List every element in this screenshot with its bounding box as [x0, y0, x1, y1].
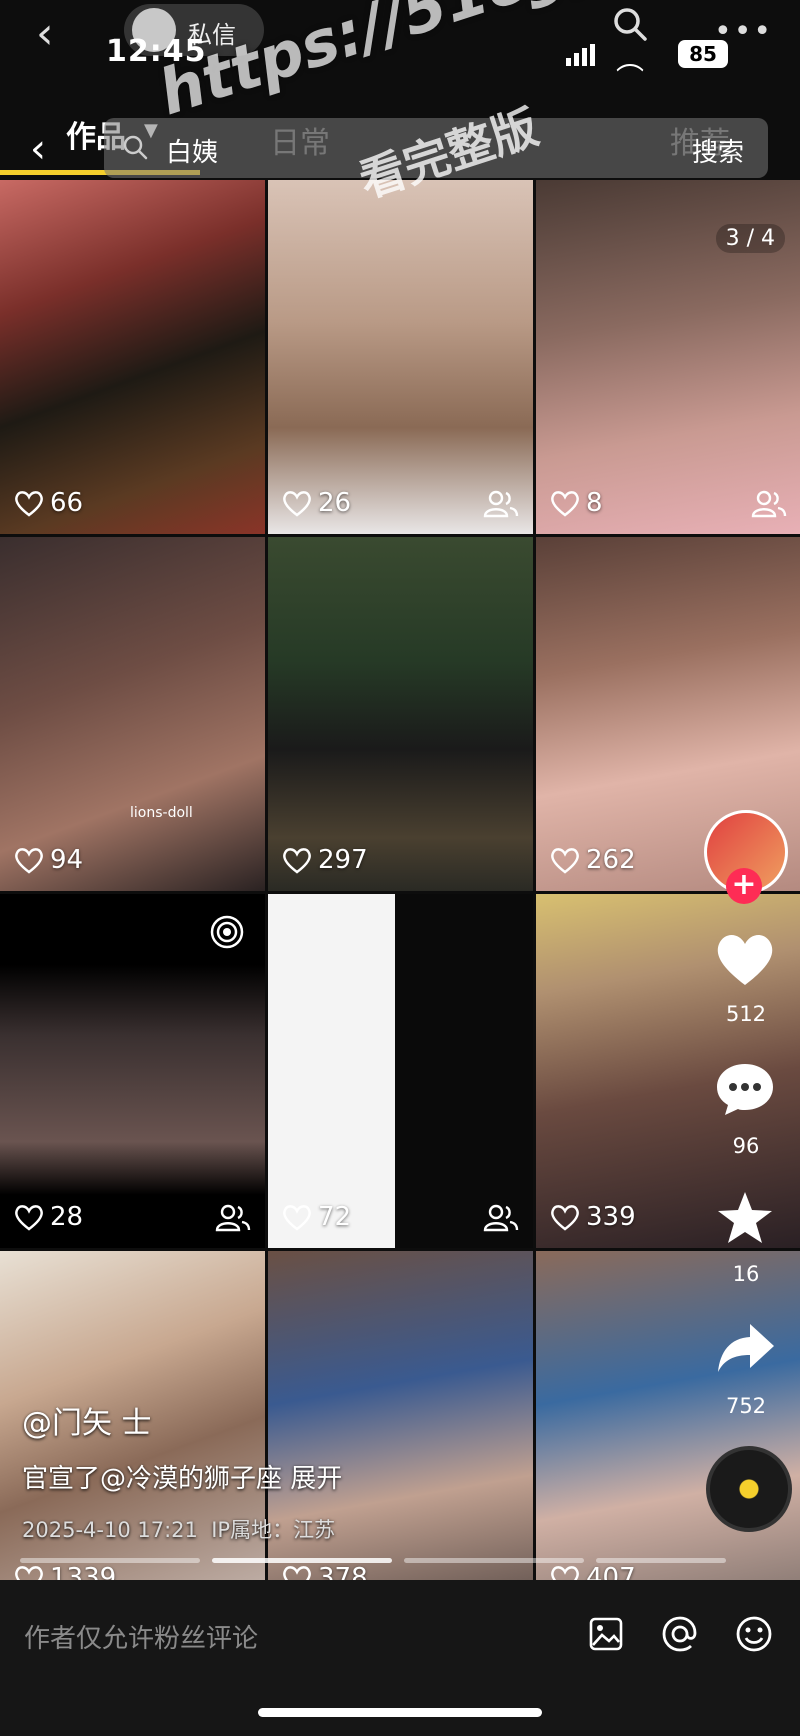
image-progress-segment [404, 1558, 584, 1563]
music-disc-icon[interactable] [706, 1446, 792, 1532]
rail-favorite-count: 16 [732, 1262, 760, 1286]
search-input[interactable]: 白姨 [166, 132, 218, 169]
like-count: 339 [550, 1202, 636, 1232]
like-count: 94 [14, 845, 83, 875]
like-count: 297 [282, 845, 368, 875]
like-count: 26 [282, 488, 351, 518]
share-icon[interactable] [716, 1322, 776, 1374]
video-thumbnail[interactable]: lions-doll 94 [0, 537, 265, 891]
rail-comment-count: 96 [732, 1134, 760, 1158]
rail-share-count: 752 [725, 1394, 767, 1418]
heart-icon [283, 848, 311, 874]
back-icon[interactable]: ‹ [30, 126, 46, 172]
image-progress-segment [596, 1558, 726, 1563]
friends-icon [215, 1204, 251, 1232]
wifi-icon: ︵ [616, 43, 645, 76]
star-icon[interactable] [716, 1190, 774, 1246]
image-progress-segment [20, 1558, 200, 1563]
video-thumbnail[interactable]: 26 [268, 180, 533, 534]
friends-icon [483, 1204, 519, 1232]
video-thumbnail[interactable]: 407 [536, 1251, 800, 1591]
home-indicator [258, 1708, 542, 1717]
heart-icon [283, 491, 311, 517]
like-count: 72 [282, 1202, 351, 1232]
battery-indicator: 85 [678, 40, 728, 68]
rail-like-count: 512 [725, 1002, 767, 1026]
live-icon [210, 915, 244, 949]
search-icon[interactable] [612, 6, 648, 42]
like-count: 8 [550, 488, 603, 518]
mention-icon[interactable] [660, 1614, 700, 1654]
heart-icon [15, 491, 43, 517]
search-button[interactable]: 搜索 [692, 132, 744, 169]
image-progress-segment [212, 1558, 392, 1563]
author-name[interactable]: @门矢 士 [22, 1398, 152, 1442]
signal-icon [566, 44, 598, 66]
image-icon[interactable] [588, 1616, 624, 1652]
video-thumbnail[interactable]: 72 [268, 894, 533, 1248]
heart-icon [15, 848, 43, 874]
post-ip: IP属地：江苏 [211, 1518, 336, 1542]
search-icon [123, 135, 148, 160]
post-meta: 2025-4-10 17:21 IP属地：江苏 [22, 1514, 335, 1544]
friends-icon [751, 490, 787, 518]
like-count: 28 [14, 1202, 83, 1232]
heart-icon [551, 848, 579, 874]
like-count: 262 [550, 845, 636, 875]
video-thumbnail[interactable]: 66 [0, 180, 265, 534]
like-count: 66 [14, 488, 83, 518]
heart-icon [283, 1205, 311, 1231]
heart-icon [551, 1205, 579, 1231]
post-date: 2025-4-10 17:21 [22, 1518, 198, 1542]
overlay-text: lions-doll [130, 805, 193, 821]
post-caption[interactable]: 官宣了@冷漠的狮子座 展开 [22, 1458, 342, 1495]
heart-icon[interactable] [714, 930, 776, 988]
heart-icon [551, 491, 579, 517]
back-icon[interactable]: ‹ [36, 8, 54, 59]
comment-input[interactable]: 作者仅允许粉丝评论 [24, 1618, 258, 1655]
video-thumbnail[interactable]: 3 / 4 8 [536, 180, 800, 534]
video-thumbnail[interactable]: 297 [268, 537, 533, 891]
video-thumbnail[interactable]: 28 [0, 894, 265, 1248]
comment-icon[interactable] [714, 1060, 776, 1118]
follow-plus-icon[interactable]: + [726, 868, 762, 904]
emoji-icon[interactable] [734, 1614, 774, 1654]
friends-icon [483, 490, 519, 518]
image-counter: 3 / 4 [715, 224, 785, 253]
heart-icon [15, 1205, 43, 1231]
